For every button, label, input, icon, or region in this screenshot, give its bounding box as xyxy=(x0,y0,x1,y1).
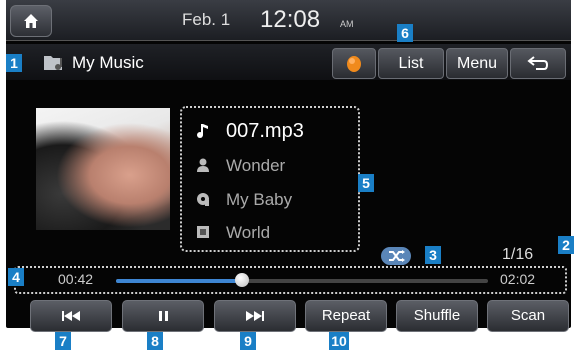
callout-4: 4 xyxy=(8,268,24,286)
callout-3: 3 xyxy=(425,246,441,264)
menu-button[interactable]: Menu xyxy=(446,48,508,79)
back-button[interactable] xyxy=(510,48,566,79)
note-icon xyxy=(197,124,208,138)
genre-icon xyxy=(197,226,209,238)
date-text: Feb. 1 xyxy=(182,10,231,29)
prev-icon xyxy=(62,311,80,321)
shuffle-icon xyxy=(381,247,411,265)
artist-name: Wonder xyxy=(226,156,286,175)
head-unit-screen: Feb. 1 12:08 AM My Music List Menu 007.m… xyxy=(6,0,571,332)
track-info-box: 007.mp3 Wonder My Baby World xyxy=(180,106,360,252)
callout-9: 9 xyxy=(240,332,256,350)
track-count: 1/16 xyxy=(502,246,534,263)
title-bar: My Music List Menu xyxy=(6,44,571,80)
repeat-button[interactable]: Repeat xyxy=(305,300,387,332)
source-button[interactable] xyxy=(332,48,376,79)
total-time: 02:02 xyxy=(500,271,536,287)
shuffle-button[interactable]: Shuffle xyxy=(396,300,478,332)
callout-6: 6 xyxy=(397,24,413,42)
callout-10: 10 xyxy=(329,332,349,350)
album-icon xyxy=(197,193,209,206)
scan-button[interactable]: Scan xyxy=(487,300,569,332)
page-title: My Music xyxy=(72,53,144,72)
callout-8: 8 xyxy=(147,332,163,350)
status-bar: Feb. 1 12:08 AM xyxy=(6,0,571,41)
pause-icon xyxy=(159,311,168,321)
person-icon xyxy=(197,158,209,172)
previous-button[interactable] xyxy=(30,300,112,332)
genre-name: World xyxy=(226,223,271,242)
callout-7: 7 xyxy=(55,332,71,350)
source-icon xyxy=(347,56,361,72)
home-button[interactable] xyxy=(10,5,52,37)
track-file-name: 007.mp3 xyxy=(226,120,304,142)
callout-1: 1 xyxy=(6,54,22,72)
clock-time: 12:08 xyxy=(260,6,321,33)
folder-music-icon xyxy=(44,56,62,70)
progress-fill xyxy=(116,279,243,283)
progress-bar[interactable] xyxy=(116,273,488,287)
stage: Feb. 1 12:08 AM My Music List Menu 007.m… xyxy=(0,0,579,352)
callout-5: 5 xyxy=(358,174,374,192)
pause-button[interactable] xyxy=(122,300,204,332)
list-button[interactable]: List xyxy=(378,48,444,79)
next-icon xyxy=(246,311,264,321)
album-art xyxy=(36,108,170,230)
am-pm-indicator: AM xyxy=(340,19,354,29)
next-button[interactable] xyxy=(214,300,296,332)
album-name: My Baby xyxy=(226,190,293,209)
home-icon xyxy=(24,14,38,28)
back-icon xyxy=(527,56,549,70)
callout-2: 2 xyxy=(558,236,574,254)
elapsed-time: 00:42 xyxy=(58,271,94,287)
